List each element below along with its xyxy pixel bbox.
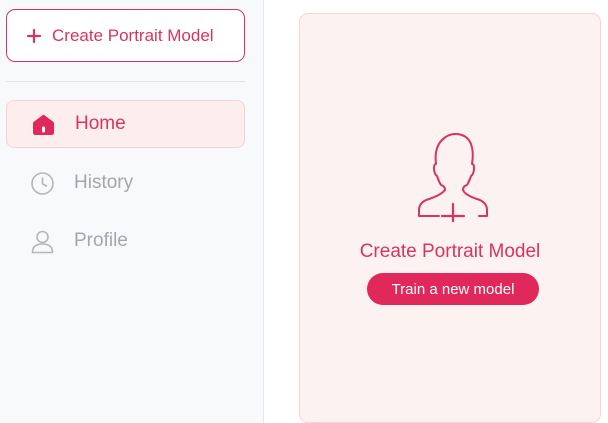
sidebar-item-label: Profile: [74, 230, 128, 251]
sidebar-item-label: History: [74, 172, 134, 193]
create-portrait-model-card[interactable]: Create Portrait Model Train a new model: [299, 13, 601, 423]
clock-icon: [30, 171, 55, 196]
create-button-label: Create Portrait Model: [52, 25, 214, 45]
sidebar-item-history[interactable]: History: [6, 159, 245, 207]
sidebar-item-home[interactable]: Home: [6, 100, 245, 148]
card-title: Create Portrait Model: [359, 241, 541, 262]
create-portrait-model-button[interactable]: Create Portrait Model: [6, 9, 245, 62]
user-add-icon: [415, 132, 491, 228]
plus-icon: [26, 28, 42, 44]
sidebar-item-label: Home: [75, 113, 126, 134]
sidebar-divider: [6, 81, 245, 82]
home-icon: [31, 112, 56, 137]
app: Create Portrait Model Home History Profi…: [0, 0, 608, 423]
sidebar-item-profile[interactable]: Profile: [6, 217, 245, 265]
user-icon: [30, 229, 55, 254]
train-new-model-button[interactable]: Train a new model: [367, 273, 539, 305]
sidebar: Create Portrait Model Home History Profi…: [0, 0, 264, 423]
